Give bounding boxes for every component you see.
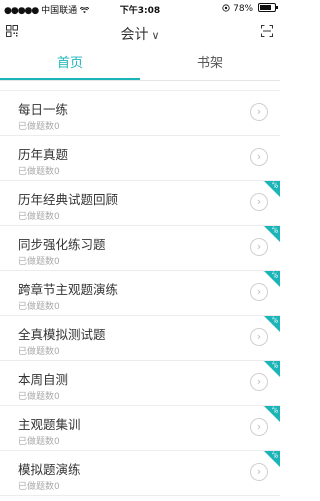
location-icon xyxy=(222,4,230,12)
battery-fill xyxy=(260,5,271,10)
list-item[interactable]: 主观题集训 已做题数0 › vip xyxy=(0,405,280,451)
item-title: 全真模拟测试题 xyxy=(18,327,106,342)
tab-bar: 首页 书架 xyxy=(0,50,280,81)
item-title: 模拟题演练 xyxy=(18,462,81,477)
list-item[interactable]: 历年真题已做题数0 › xyxy=(0,136,280,181)
chevron-right-icon[interactable]: › xyxy=(250,148,268,166)
item-count: 已做题数0 xyxy=(18,212,60,222)
tab-home[interactable]: 首页 xyxy=(0,50,140,80)
item-title: 历年经典试题回顾 xyxy=(18,192,119,207)
exercise-list: 每日一练 已做题数0 › 历年真题 已做题数0 › 历年经典试题回顾 已做题数0 › vip 同步强… xyxy=(0,90,280,501)
chevron-right-icon[interactable]: › xyxy=(250,103,268,121)
item-title: 每日一练 xyxy=(18,102,69,117)
list-item[interactable]: 历年经典试题回顾 已做题数0 › vip xyxy=(0,180,280,226)
item-title: 跨章节主观题演练 xyxy=(18,282,119,297)
list-item[interactable]: 同步强化练习题 已做题数0 › vip xyxy=(0,225,280,271)
battery-icon xyxy=(258,3,278,12)
item-count: 已做题数0 xyxy=(18,122,60,132)
item-count: 已做题数0 xyxy=(18,392,60,402)
item-count: 已做题数0 xyxy=(18,167,60,177)
item-title: 同步强化练习题 xyxy=(18,237,106,252)
item-count: 已做题数0 xyxy=(18,437,60,447)
item-title: 历年真题 xyxy=(18,147,69,162)
item-count: 已做题数0 xyxy=(18,482,60,492)
top-nav: 会计 ∨ xyxy=(0,16,280,48)
item-count: 已做题数0 xyxy=(18,257,60,267)
chevron-down-icon: ∨ xyxy=(151,29,160,42)
subject-title: 会计 xyxy=(120,27,149,43)
item-title: 主观题集训 xyxy=(18,417,81,432)
tab-indicator xyxy=(0,78,140,80)
list-item[interactable]: 模拟题演练 已做题数0 › vip xyxy=(0,450,280,496)
list-item[interactable]: 跨章节主观题演练 已做题数0 › vip xyxy=(0,270,280,316)
tab-bookshelf[interactable]: 书架 xyxy=(140,50,280,80)
item-count: 已做题数0 xyxy=(18,302,60,312)
list-item[interactable]: 每日一练已做题数0 › xyxy=(0,91,280,136)
subject-selector[interactable]: 会计 ∨ xyxy=(0,24,280,44)
battery-percent: 78% xyxy=(233,4,254,14)
status-right: 78% xyxy=(222,3,278,14)
item-count: 已做题数0 xyxy=(18,347,60,357)
scan-icon[interactable] xyxy=(261,25,273,37)
item-title: 本周自测 xyxy=(18,372,69,387)
list-item[interactable]: 本周自测 已做题数0 › vip xyxy=(0,360,280,406)
list-item[interactable]: 全真模拟测试题 已做题数0 › vip xyxy=(0,315,280,361)
status-bar: ●●●●● 中国联通 下午3:08 78% xyxy=(0,0,280,16)
